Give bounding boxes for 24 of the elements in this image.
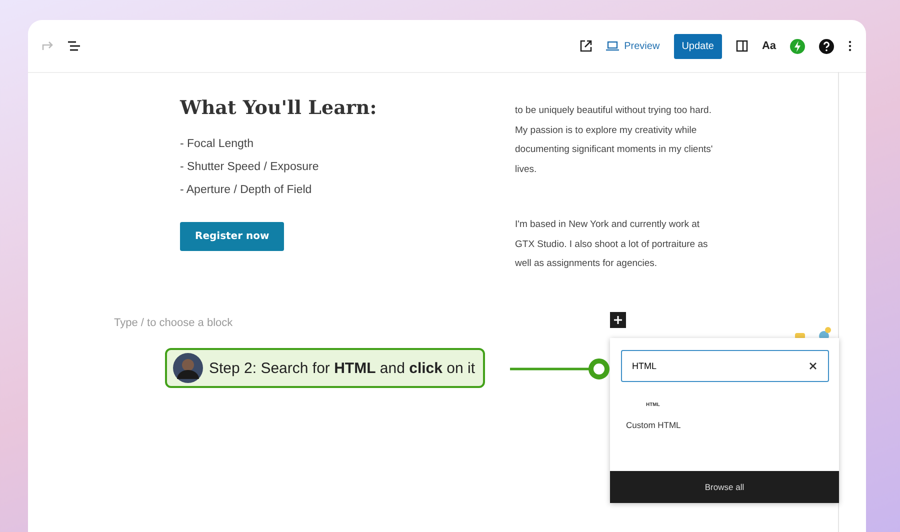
list-view-icon[interactable] — [68, 41, 80, 51]
list-item: - Shutter Speed / Exposure — [180, 160, 320, 175]
styles-button[interactable]: Aa — [762, 40, 776, 52]
help-icon[interactable] — [819, 38, 834, 54]
search-field[interactable]: HTML — [621, 350, 829, 382]
sidebar-toggle-icon[interactable] — [736, 40, 748, 52]
add-block-button[interactable] — [610, 312, 626, 328]
update-button[interactable]: Update — [674, 34, 722, 58]
browse-all-button[interactable]: Browse all — [610, 471, 839, 503]
plus-icon — [613, 315, 623, 325]
external-link-icon[interactable] — [580, 40, 592, 52]
paragraph: I'm based in New York and currently work at GTX Studio. I also shoot a lot of portraiture as well as assignments for agencies. — [515, 218, 709, 271]
more-options-icon[interactable] — [848, 40, 852, 52]
section-heading: What You'll Learn: — [180, 97, 378, 119]
list-item: - Aperture / Depth of Field — [180, 183, 313, 198]
close-icon[interactable] — [809, 362, 817, 370]
preview-button[interactable]: Preview — [606, 40, 660, 52]
list-item: - Focal Length — [180, 137, 255, 152]
laptop-icon — [606, 41, 620, 51]
callout-text: Step 2: Search for HTML and click on it — [209, 360, 476, 376]
paragraph: to be uniquely beautiful without trying too hard. My passion is to explore my creativity while documenting significant moments in my clients' lives. — [515, 104, 714, 176]
register-button[interactable]: Register now — [180, 222, 284, 251]
lightning-icon[interactable] — [790, 38, 805, 54]
avatar-icon — [173, 353, 203, 383]
